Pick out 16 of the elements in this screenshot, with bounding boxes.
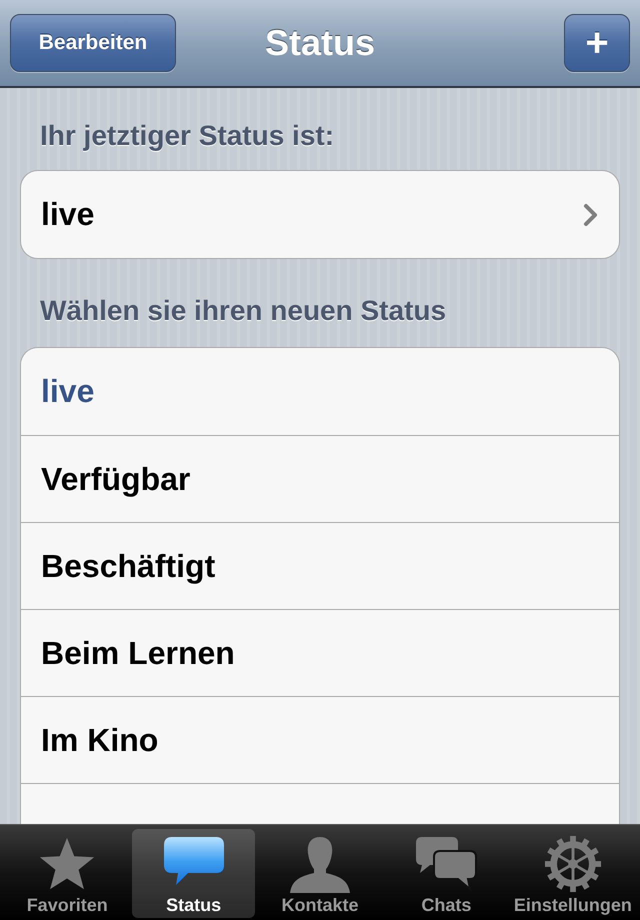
tab[interactable]: Favoriten xyxy=(6,829,128,918)
gear-icon xyxy=(544,835,602,893)
current-status-row[interactable]: live xyxy=(21,171,619,258)
status-value: live xyxy=(41,196,94,233)
add-button[interactable]: + xyxy=(564,14,630,72)
chevron-icon xyxy=(583,202,599,226)
speech-bubble-icon xyxy=(162,835,226,887)
tab[interactable]: Status xyxy=(132,829,255,918)
edit-button[interactable]: Bearbeiten xyxy=(10,14,176,72)
tab[interactable]: Einstellungen xyxy=(512,829,634,918)
section-header: Wählen sie ihren neuen Status xyxy=(39,294,448,328)
tab[interactable]: Kontakte xyxy=(258,829,382,918)
tab[interactable]: Chats xyxy=(385,829,508,918)
section-header: Ihr jetztiger Status ist: xyxy=(39,119,336,153)
person-icon xyxy=(288,835,352,893)
screen-title: Status xyxy=(264,22,376,63)
